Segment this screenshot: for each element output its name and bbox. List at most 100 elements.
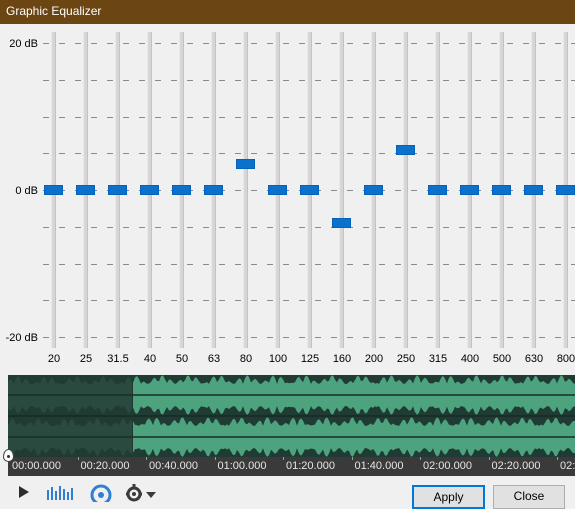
close-button[interactable]: Close (493, 485, 565, 509)
slider-thumb[interactable] (236, 159, 255, 169)
slider-thumb[interactable] (428, 185, 447, 195)
slider-thumb[interactable] (268, 185, 287, 195)
slider-tick (235, 337, 241, 338)
slider-tick (75, 43, 81, 44)
slider-tick (299, 80, 305, 81)
slider-tick (91, 264, 97, 265)
slider-tick (331, 153, 337, 154)
slider-tick (235, 43, 241, 44)
waveform-view[interactable] (8, 375, 575, 457)
slider-tick (427, 80, 433, 81)
slider-tick (155, 337, 161, 338)
playhead-marker[interactable] (3, 449, 14, 462)
target-icon[interactable] (90, 484, 112, 506)
slider-tick (539, 337, 545, 338)
slider-thumb[interactable] (524, 185, 543, 195)
slider-tick (523, 264, 529, 265)
slider-tick (139, 227, 145, 228)
slider-tick (571, 300, 575, 301)
slider-tick (571, 264, 575, 265)
slider-tick (235, 153, 241, 154)
slider-tick (395, 80, 401, 81)
slider-tick (347, 190, 353, 191)
slider-thumb[interactable] (396, 145, 415, 155)
slider-tick (571, 153, 575, 154)
band-frequency-label: 100 (268, 353, 288, 365)
slider-tick (475, 227, 481, 228)
slider-tick (155, 264, 161, 265)
slider-tick (491, 43, 497, 44)
band-frequency-label: 315 (428, 353, 448, 365)
dropdown-arrow-icon[interactable] (146, 489, 156, 501)
slider-tick (347, 80, 353, 81)
slider-tick (459, 43, 465, 44)
slider-tick (171, 300, 177, 301)
slider-tick (299, 300, 305, 301)
slider-tick (235, 264, 241, 265)
waveform-icon[interactable] (46, 484, 76, 503)
slider-thumb[interactable] (172, 185, 191, 195)
slider-thumb[interactable] (556, 185, 575, 195)
eq-band: 80 (230, 32, 262, 372)
slider-tick (219, 117, 225, 118)
slider-tick (267, 227, 273, 228)
slider-tick (75, 264, 81, 265)
slider-thumb[interactable] (140, 185, 159, 195)
play-icon[interactable] (18, 484, 30, 503)
gear-icon[interactable] (124, 484, 144, 505)
eq-band: 630 (518, 32, 550, 372)
slider-thumb[interactable] (364, 185, 383, 195)
slider-thumb[interactable] (332, 218, 351, 228)
slider-tick (395, 227, 401, 228)
slider-tick (91, 43, 97, 44)
slider-tick (283, 80, 289, 81)
slider-track[interactable] (339, 32, 344, 348)
slider-tick (203, 227, 209, 228)
slider-tick (459, 153, 465, 154)
slider-track[interactable] (243, 32, 248, 348)
slider-tick (203, 264, 209, 265)
eq-band: 160 (326, 32, 358, 372)
slider-tick (299, 153, 305, 154)
eq-band: 25 (70, 32, 102, 372)
timeline-ruler[interactable]: 00:00.000 00:20.000 00:40.000 01:00.000 01:2… (8, 457, 575, 476)
slider-thumb[interactable] (492, 185, 511, 195)
slider-thumb[interactable] (204, 185, 223, 195)
time-label: 01:20.000 (286, 460, 335, 472)
band-frequency-label: 250 (396, 353, 416, 365)
slider-tick (363, 227, 369, 228)
slider-tick (395, 43, 401, 44)
slider-tick (123, 43, 129, 44)
slider-track[interactable] (403, 32, 408, 348)
slider-tick (459, 117, 465, 118)
slider-thumb[interactable] (108, 185, 127, 195)
slider-tick (411, 337, 417, 338)
slider-thumb[interactable] (460, 185, 479, 195)
slider-tick (251, 190, 257, 191)
slider-tick (267, 300, 273, 301)
slider-thumb[interactable] (44, 185, 63, 195)
slider-tick (539, 80, 545, 81)
band-frequency-label: 125 (300, 353, 320, 365)
band-frequency-label: 630 (524, 353, 544, 365)
slider-tick (219, 80, 225, 81)
slider-tick (539, 117, 545, 118)
slider-thumb[interactable] (76, 185, 95, 195)
eq-band: 315 (422, 32, 454, 372)
time-tick (77, 457, 79, 460)
slider-tick (91, 153, 97, 154)
slider-tick (443, 300, 449, 301)
eq-band: 31.5 (102, 32, 134, 372)
slider-tick (555, 43, 561, 44)
slider-thumb[interactable] (300, 185, 319, 195)
band-frequency-label: 63 (207, 353, 221, 365)
slider-tick (571, 227, 575, 228)
slider-tick (411, 190, 417, 191)
band-frequency-label: 40 (143, 353, 157, 365)
time-tick (557, 457, 558, 460)
slider-tick (475, 337, 481, 338)
apply-button[interactable]: Apply (412, 485, 485, 509)
slider-tick (107, 43, 113, 44)
slider-tick (443, 337, 449, 338)
slider-tick (283, 300, 289, 301)
